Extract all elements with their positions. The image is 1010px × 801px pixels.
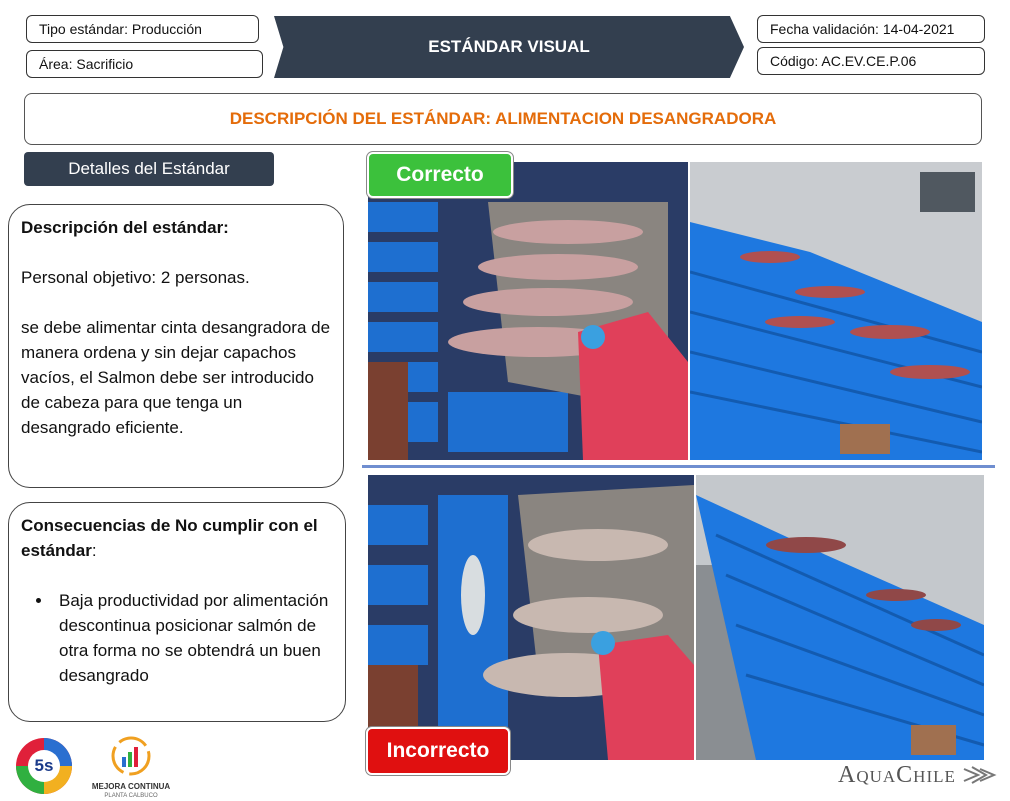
- incorrect-badge: Incorrecto: [366, 727, 510, 775]
- correct-badge: Correcto: [367, 152, 513, 198]
- fish-icon: [963, 766, 997, 784]
- tipo-estandar-box: Tipo estándar: Producción: [26, 15, 259, 43]
- consequence-item: Baja productividad por alimentación desc…: [53, 588, 333, 688]
- mejora-continua-logo: MEJORA CONTINUA PLANTA CALBUCO: [90, 735, 172, 799]
- consequences-panel: Consecuencias de No cumplir con el están…: [8, 502, 346, 722]
- banner-text: ESTÁNDAR VISUAL: [428, 37, 590, 56]
- section-divider: [362, 465, 995, 468]
- standard-title-box: DESCRIPCIÓN DEL ESTÁNDAR: ALIMENTACION D…: [24, 93, 982, 145]
- description-panel: Descripción del estándar: Personal objet…: [8, 204, 344, 488]
- five-s-logo: 5s: [12, 736, 76, 796]
- description-personal: Personal objetivo: 2 personas.: [21, 268, 250, 287]
- aquachile-logo: AquaChile: [838, 758, 1006, 792]
- photo-correct-line: [690, 162, 982, 460]
- photo-correct-feeding: [368, 162, 688, 460]
- area-box: Área: Sacrificio: [26, 50, 263, 78]
- area-text: Área: Sacrificio: [39, 56, 134, 72]
- photo-incorrect-feeding: [368, 475, 694, 760]
- fecha-validacion-box: Fecha validación: 14-04-2021: [757, 15, 985, 43]
- growth-chart-icon: [111, 736, 151, 776]
- photo-incorrect-line: [696, 475, 984, 760]
- aquachile-text: AquaChile: [838, 761, 956, 788]
- description-body: se debe alimentar cinta desangradora de …: [21, 318, 331, 437]
- details-label-text: Detalles del Estándar: [68, 159, 230, 178]
- description-heading: Descripción del estándar:: [21, 218, 229, 237]
- tipo-estandar-text: Tipo estándar: Producción: [39, 21, 202, 37]
- consequences-list: Baja productividad por alimentación desc…: [21, 588, 333, 688]
- consequences-heading: Consecuencias de No cumplir con el están…: [21, 516, 318, 560]
- codigo-box: Código: AC.EV.CE.P.06: [757, 47, 985, 75]
- fecha-validacion-text: Fecha validación: 14-04-2021: [770, 21, 955, 37]
- correct-badge-text: Correcto: [396, 163, 484, 186]
- standard-title: DESCRIPCIÓN DEL ESTÁNDAR: ALIMENTACION D…: [229, 109, 777, 128]
- mejora-sub: PLANTA CALBUCO: [104, 793, 158, 799]
- incorrect-badge-text: Incorrecto: [386, 739, 490, 762]
- estandar-visual-banner: ESTÁNDAR VISUAL: [274, 16, 744, 78]
- five-s-text: 5s: [34, 756, 54, 775]
- details-label: Detalles del Estándar: [24, 152, 274, 186]
- mejora-title: MEJORA CONTINUA: [91, 782, 171, 791]
- codigo-text: Código: AC.EV.CE.P.06: [770, 53, 917, 69]
